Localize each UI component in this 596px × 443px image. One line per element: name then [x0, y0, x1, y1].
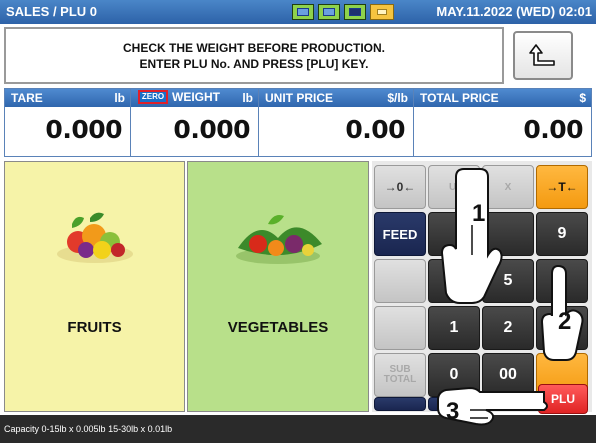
unit-price-readout: UNIT PRICE $/lb 0.00 [259, 89, 414, 156]
return-arrow-icon [529, 44, 555, 66]
battery-icon [370, 4, 394, 20]
vegetables-label: VEGETABLES [227, 319, 329, 336]
message-line-2: ENTER PLU No. AND PRESS [PLU] KEY. [139, 57, 369, 71]
message-box: CHECK THE WEIGHT BEFORE PRODUCTION. ENTE… [4, 27, 504, 84]
display-icon [318, 4, 340, 20]
blank-key-2[interactable] [374, 306, 426, 350]
step-3-label: 3 [446, 398, 460, 425]
step-2-label: 2 [558, 308, 572, 335]
tare-value: 0.000 [45, 115, 122, 144]
hand-pointer-icon-3 [437, 386, 548, 426]
weight-price-readouts: TARE lb 0.000 lb 0.000 UNIT PRICE $/lb 0.0… [4, 88, 592, 157]
weight-unit: lb [242, 91, 253, 105]
network-icon [292, 4, 314, 20]
unit-price-unit: $/lb [387, 91, 408, 105]
zero-key[interactable]: →0← [374, 165, 426, 209]
fruits-label: FRUITS [67, 319, 122, 336]
weight-label: WEIGHT [172, 90, 220, 104]
hand-pointer-icon-1 [440, 168, 503, 304]
step-1-label: 1 [472, 200, 486, 227]
key-9[interactable]: 9 [536, 212, 588, 256]
fruits-button[interactable]: FRUITS [4, 161, 185, 412]
vegetables-icon [236, 215, 322, 264]
vegetables-button[interactable]: VEGETABLES [187, 161, 369, 412]
zero-indicator: ZERO [138, 90, 168, 104]
screen-title: SALES / PLU 0 [6, 4, 98, 19]
key-2[interactable]: 2 [482, 306, 534, 350]
printer-icon [344, 4, 366, 20]
tare-readout: TARE lb 0.000 [5, 89, 131, 156]
total-price-unit: $ [579, 91, 586, 105]
weight-value: 0.000 [173, 115, 250, 144]
blank-key[interactable] [374, 259, 426, 303]
date-time: MAY.11.2022 (WED) 02:01 [436, 4, 592, 19]
tare-key[interactable]: →T← [536, 165, 588, 209]
message-line-1: CHECK THE WEIGHT BEFORE PRODUCTION. [122, 41, 385, 55]
fruits-icon [56, 212, 133, 263]
unit-price-label: UNIT PRICE [265, 91, 334, 105]
feed-key[interactable]: FEED [374, 212, 426, 256]
capacity-info: Capacity 0-15lb x 0.005lb 15-30lb x 0.01… [4, 424, 173, 434]
total-price-label: TOTAL PRICE [420, 91, 499, 105]
tare-unit: lb [114, 91, 125, 105]
title-bar: SALES / PLU 0 MAY.11.2022 (WED) 02:01 [0, 0, 596, 24]
tare-label: TARE [11, 91, 43, 105]
total-price-value: 0.00 [523, 115, 583, 144]
back-button[interactable] [513, 31, 573, 80]
total-price-readout: TOTAL PRICE $ 0.00 [414, 89, 591, 156]
key-1[interactable]: 1 [428, 306, 480, 350]
unit-price-value: 0.00 [345, 115, 405, 144]
